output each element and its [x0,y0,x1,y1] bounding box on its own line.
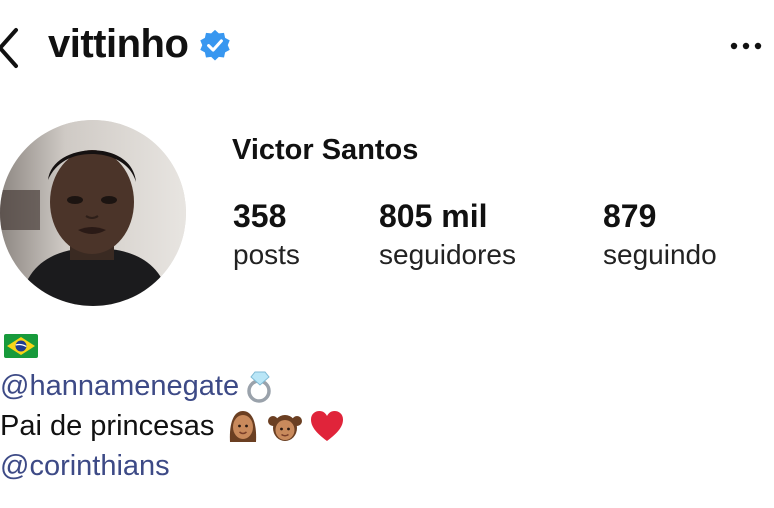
username: vittinho [48,22,189,66]
followers-count: 805 mil [379,198,488,234]
red-heart-icon [311,411,344,441]
woman-icon [230,411,257,442]
ring-icon [247,371,271,403]
profile-bio: @hannamenegate Pai de princesas @corinth… [0,334,346,486]
more-horizontal-icon [730,42,762,50]
verified-badge-icon [200,29,231,60]
following-count: 879 [603,198,657,234]
more-options-button[interactable] [726,30,766,60]
bio-text-line: Pai de princesas [0,406,346,446]
posts-stat[interactable]: 358 posts [233,196,300,274]
profile-header: vittinho [0,0,774,100]
username-row: vittinho [48,22,232,67]
chevron-left-icon [0,28,18,68]
followers-stat[interactable]: 805 mil seguidores [379,196,516,274]
avatar-image [0,120,186,306]
mention-link-corinthians[interactable]: @corinthians [0,446,170,486]
back-button[interactable] [0,26,24,70]
profile-full-name: Victor Santos [232,134,419,166]
bio-mention-line: @hannamenegate [0,366,346,406]
girl-icon [268,415,303,441]
bio-mention-line-2: @corinthians [0,446,346,486]
posts-label: posts [233,239,300,270]
following-label: seguindo [603,239,717,270]
following-stat[interactable]: 879 seguindo [603,196,717,274]
profile-avatar[interactable] [0,120,186,306]
followers-label: seguidores [379,239,516,270]
mention-link-hannamenegate[interactable]: @hannamenegate [0,366,239,406]
posts-count: 358 [233,198,287,234]
bio-text: Pai de princesas [0,410,215,442]
brazil-flag-icon [4,334,38,358]
